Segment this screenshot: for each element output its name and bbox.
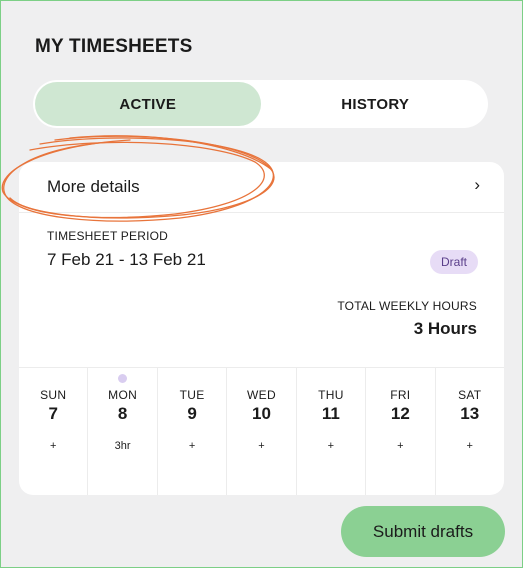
more-details-label: More details [47,177,140,196]
add-hours-button[interactable]: + [436,440,504,452]
status-badge: Draft [429,250,478,274]
day-date: 9 [187,404,197,423]
day-cell-wed[interactable]: WED 10 + [227,368,297,495]
day-name: TUE [179,388,205,402]
chevron-right-icon: › [474,175,480,194]
day-date: 13 [460,404,480,423]
timesheet-card: More details › TIMESHEET PERIOD 7 Feb 21… [19,162,504,495]
add-hours-button[interactable]: + [227,440,295,452]
day-name: SAT [458,388,482,402]
day-cell-tue[interactable]: TUE 9 + [158,368,228,495]
day-cell-thu[interactable]: THU 11 + [297,368,367,495]
day-date: 12 [390,404,410,423]
day-date: 11 [321,404,340,423]
day-cell-fri[interactable]: FRI 12 + [366,368,436,495]
timesheet-period-label: TIMESHEET PERIOD [47,229,168,243]
day-date: 10 [252,404,271,423]
day-name: WED [247,388,276,402]
day-hours-value[interactable]: 3hr [88,440,156,452]
day-cell-mon[interactable]: MON 8 3hr [88,368,158,495]
add-hours-button[interactable]: + [158,440,226,452]
total-hours-label: TOTAL WEEKLY HOURS [337,299,477,313]
tab-active[interactable]: ACTIVE [35,82,261,126]
day-name: MON [108,388,138,402]
day-name: FRI [390,388,411,402]
timesheet-period-value: 7 Feb 21 - 13 Feb 21 [47,250,206,269]
day-name: SUN [40,388,67,402]
day-date: 8 [117,404,128,423]
day-date: 7 [48,404,58,423]
add-hours-button[interactable]: + [19,440,87,452]
more-details-row[interactable]: More details › [19,162,504,213]
tab-history[interactable]: HISTORY [263,80,489,128]
tab-bar: ACTIVE HISTORY [33,80,488,128]
day-cell-sat[interactable]: SAT 13 + [436,368,504,495]
add-hours-button[interactable]: + [366,440,434,452]
page-title: MY TIMESHEETS [35,36,193,57]
day-cell-sun[interactable]: SUN 7 + [19,368,89,495]
week-days-grid: SUN 7 + MON 8 3hr TUE 9 + WED 10 + THU 1… [19,367,504,495]
total-hours-value: 3 Hours [413,319,477,338]
day-name: THU [318,388,344,402]
submit-drafts-button[interactable]: Submit drafts [341,506,505,557]
today-indicator-dot [117,374,127,383]
add-hours-button[interactable]: + [297,440,365,452]
